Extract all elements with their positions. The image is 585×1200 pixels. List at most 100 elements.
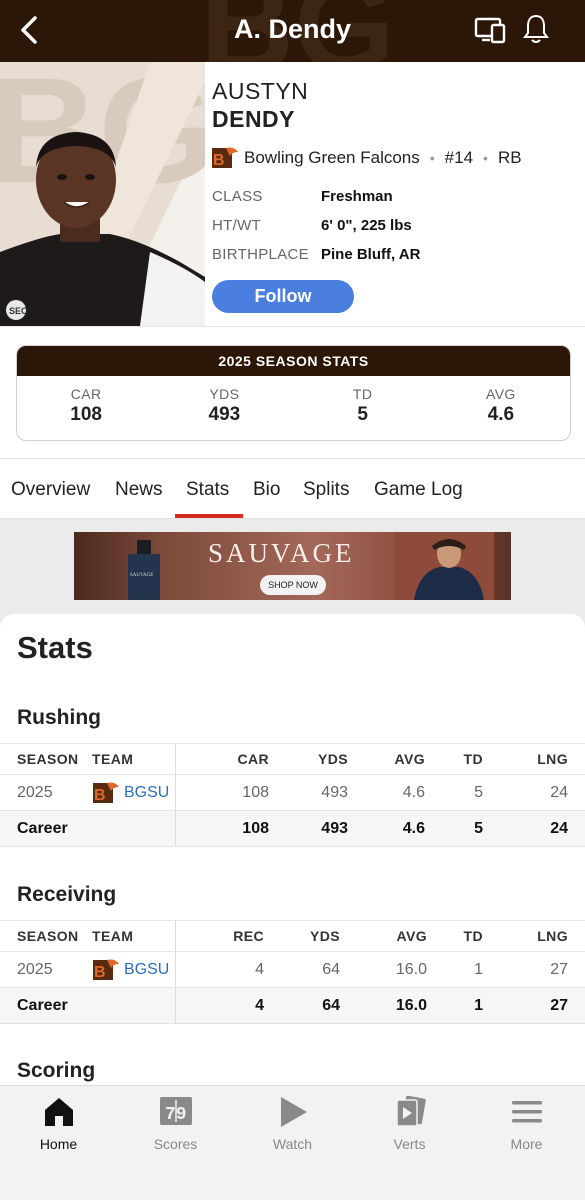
- player-header: BG SEC AUSTYN DENDY B Bowling Green Falc…: [0, 62, 585, 326]
- bio-value: Pine Bluff, AR: [321, 246, 421, 263]
- col-header-yds[interactable]: YDS: [310, 921, 340, 951]
- col-header-td[interactable]: TD: [464, 744, 483, 774]
- svg-text:B: B: [94, 964, 106, 981]
- team-name-link[interactable]: Bowling Green Falcons: [244, 148, 420, 168]
- rushing-title: Rushing: [17, 706, 101, 729]
- column-divider: [175, 811, 176, 846]
- tab-news[interactable]: News: [115, 479, 163, 501]
- nav-scores[interactable]: 79 Scores: [117, 1094, 234, 1152]
- play-icon: [280, 1097, 307, 1127]
- team-logo-icon[interactable]: B: [212, 146, 238, 170]
- rushing-table: SEASON TEAM CAR YDS AVG TD LNG 2025 B BG…: [0, 743, 585, 847]
- stat-cell: 108: [242, 783, 269, 801]
- bio-label: CLASS: [212, 188, 263, 205]
- shop-now-button[interactable]: SHOP NOW: [260, 575, 326, 595]
- team-logo-icon: B: [93, 782, 119, 804]
- menu-icon: [511, 1101, 542, 1123]
- col-header-lng[interactable]: LNG: [537, 921, 568, 951]
- career-row: Career 4 64 16.0 1 27: [0, 988, 585, 1024]
- stat-value: 4.6: [487, 404, 515, 425]
- season-stats-section: 2025 SEASON STATS CAR 108 YDS 493 TD 5 A…: [0, 326, 585, 458]
- col-header-yds[interactable]: YDS: [318, 744, 348, 774]
- career-label: Career: [17, 996, 68, 1014]
- stat-cell: 16.0: [395, 996, 427, 1014]
- nav-home[interactable]: Home: [0, 1094, 117, 1152]
- stat-value: 108: [70, 404, 102, 425]
- stat-cell: 4: [255, 996, 264, 1014]
- stat-cell: 493: [321, 819, 348, 837]
- stat-cell: 27: [550, 960, 568, 978]
- bell-icon[interactable]: [522, 13, 550, 45]
- perfume-bottle-image: SAUVAGE: [128, 540, 160, 600]
- col-header-avg[interactable]: AVG: [395, 744, 426, 774]
- stat-cell: 64: [322, 960, 340, 978]
- stat-cell: 4: [255, 960, 264, 978]
- stat-cell: 108: [242, 819, 269, 837]
- separator-dot: •: [429, 150, 435, 166]
- tab-stats[interactable]: Stats: [186, 479, 229, 501]
- tab-splits[interactable]: Splits: [303, 479, 349, 501]
- col-header-td[interactable]: TD: [464, 921, 483, 951]
- bio-row-htwt: HT/WT 6' 0", 225 lbs: [212, 217, 412, 234]
- bio-label: HT/WT: [212, 217, 261, 234]
- stat-label: CAR: [70, 386, 102, 402]
- team-abbrev: BGSU: [124, 783, 170, 801]
- column-divider: [175, 775, 176, 810]
- table-row: 2025 B BGSU 108 493 4.6 5 24: [0, 775, 585, 811]
- col-header-team[interactable]: TEAM: [92, 921, 133, 951]
- col-header-team[interactable]: TEAM: [92, 744, 133, 774]
- stat-label: YDS: [209, 386, 240, 402]
- bottom-nav: Home 79 Scores Watch Verts More: [0, 1085, 585, 1200]
- active-tab-indicator: [175, 514, 243, 518]
- stat-label: AVG: [486, 386, 516, 402]
- stat-cell: 24: [550, 819, 568, 837]
- bottle-label: SAUVAGE: [130, 573, 153, 578]
- season-stat-avg: AVG 4.6: [432, 376, 570, 440]
- season-stats-title: 2025 SEASON STATS: [17, 346, 570, 376]
- player-position: RB: [497, 148, 522, 167]
- top-bar: BG A. Dendy: [0, 0, 585, 62]
- nav-label: Scores: [153, 1136, 198, 1152]
- col-header-car[interactable]: CAR: [237, 744, 269, 774]
- col-header-season[interactable]: SEASON: [17, 744, 79, 774]
- col-header-season[interactable]: SEASON: [17, 921, 79, 951]
- cast-devices-icon[interactable]: [474, 16, 506, 44]
- team-abbrev: BGSU: [124, 960, 170, 978]
- col-header-lng[interactable]: LNG: [537, 744, 568, 774]
- bio-label: BIRTHPLACE: [212, 246, 309, 263]
- team-line: B Bowling Green Falcons • #14 • RB: [212, 146, 522, 170]
- svg-text:B: B: [213, 152, 225, 169]
- nav-label: Watch: [272, 1136, 313, 1152]
- receiving-table: SEASON TEAM REC YDS AVG TD LNG 2025 B BG…: [0, 920, 585, 1024]
- season-stat-yds: YDS 493: [155, 376, 293, 440]
- nav-label: Home: [39, 1136, 78, 1152]
- season-stat-td: TD 5: [294, 376, 432, 440]
- tab-bio[interactable]: Bio: [253, 479, 280, 501]
- player-first-name: AUSTYN: [212, 78, 309, 104]
- ad-model-image: [394, 532, 494, 600]
- nav-watch[interactable]: Watch: [234, 1094, 351, 1152]
- player-last-name: DENDY: [212, 106, 296, 132]
- follow-button[interactable]: Follow: [212, 280, 354, 313]
- stat-cell: 64: [322, 996, 340, 1014]
- ad-banner[interactable]: SAUVAGE SAUVAGE SHOP NOW: [74, 532, 511, 600]
- tab-game-log[interactable]: Game Log: [374, 479, 463, 501]
- nav-more[interactable]: More: [468, 1094, 585, 1152]
- team-cell[interactable]: B BGSU: [93, 952, 169, 987]
- column-divider: [175, 921, 176, 951]
- scoring-title: Scoring: [17, 1059, 96, 1082]
- bio-row-class: CLASS Freshman: [212, 188, 393, 205]
- verts-icon: [395, 1095, 426, 1127]
- receiving-title: Receiving: [17, 883, 117, 906]
- nav-verts[interactable]: Verts: [351, 1094, 468, 1152]
- stat-cell: 16.0: [395, 960, 427, 978]
- stat-cell: 27: [550, 996, 568, 1014]
- col-header-avg[interactable]: AVG: [397, 921, 428, 951]
- stats-section: Stats Rushing SEASON TEAM CAR YDS AVG TD…: [0, 614, 585, 1104]
- team-cell[interactable]: B BGSU: [93, 775, 169, 810]
- tab-overview[interactable]: Overview: [11, 479, 90, 501]
- stat-value: 5: [357, 404, 368, 425]
- col-header-rec[interactable]: REC: [233, 921, 264, 951]
- career-row: Career 108 493 4.6 5 24: [0, 811, 585, 847]
- player-tabs: Overview News Stats Bio Splits Game Log: [0, 458, 585, 519]
